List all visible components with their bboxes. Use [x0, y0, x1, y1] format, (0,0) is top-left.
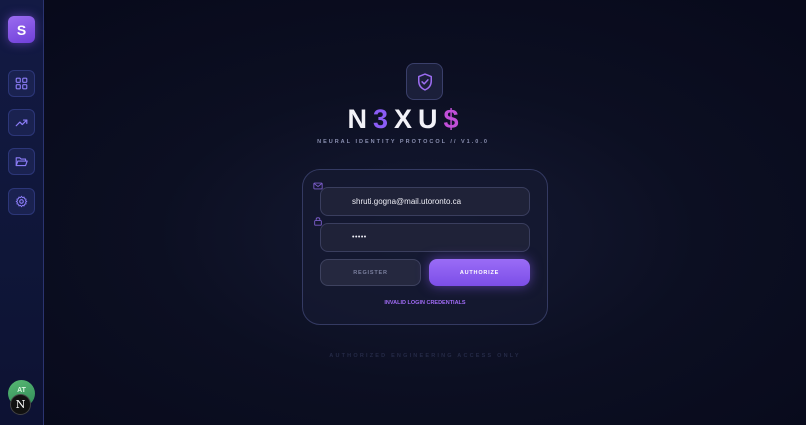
email-value: shruti.gogna@mail.utoronto.ca	[352, 197, 462, 206]
brand-part-xu: XU	[393, 104, 444, 134]
shield-check-icon	[417, 72, 432, 91]
n-badge-icon[interactable]: N	[10, 394, 31, 415]
nav-dashboard-button[interactable]	[8, 70, 35, 97]
brand-subtitle: NEURAL IDENTITY PROTOCOL // V1.0.0	[317, 139, 489, 145]
brand-part-dollar: $	[443, 104, 465, 134]
avatar-initials: AT	[17, 387, 26, 394]
nav-files-button[interactable]	[8, 148, 35, 175]
brand-part-3: 3	[372, 104, 394, 134]
password-field[interactable]: •••••	[320, 223, 530, 252]
sidebar: S AT N	[0, 0, 44, 425]
dashboard-grid-icon	[15, 77, 28, 90]
n-badge-letter: N	[15, 398, 26, 411]
email-field[interactable]: shruti.gogna@mail.utoronto.ca	[320, 187, 530, 216]
error-message: INVALID LOGIN CREDENTIALS	[384, 300, 466, 306]
brand-part-n: N	[347, 104, 373, 134]
register-button[interactable]: REGISTER	[320, 259, 421, 286]
authorize-button[interactable]: AUTHORIZE	[429, 259, 530, 286]
footer-notice: AUTHORIZED ENGINEERING ACCESS ONLY	[329, 353, 521, 359]
nav-settings-button[interactable]	[8, 188, 35, 215]
password-mask: •••••	[352, 234, 367, 241]
app-logo-letter: S	[16, 21, 27, 38]
shield-badge	[406, 63, 443, 100]
gear-icon	[15, 195, 28, 208]
app-logo-button[interactable]: S	[8, 16, 35, 43]
brand-title: N3XU$	[0, 104, 806, 135]
folder-open-icon	[15, 157, 28, 167]
